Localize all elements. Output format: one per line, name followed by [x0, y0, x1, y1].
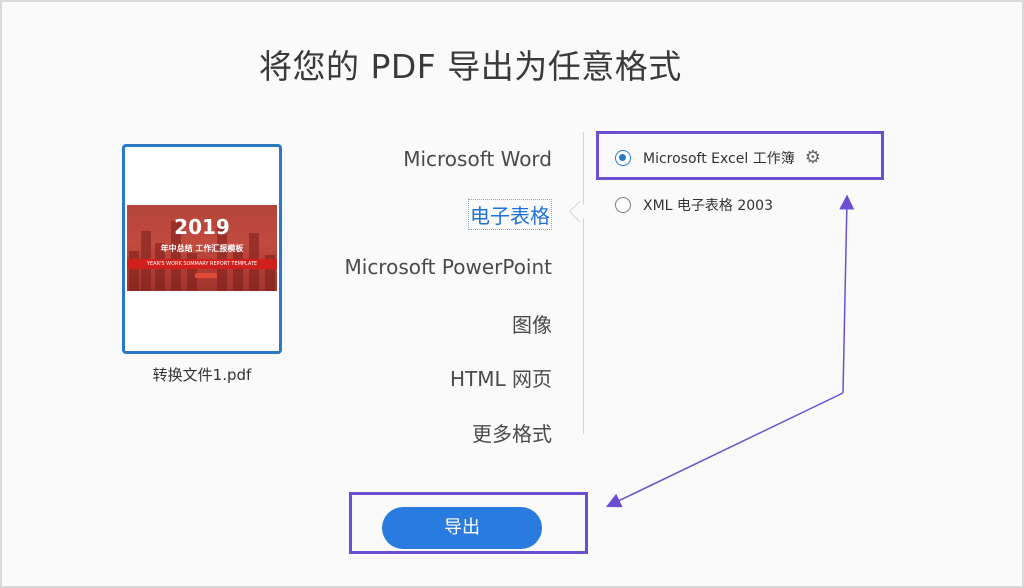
arrow-up-line: [839, 194, 855, 394]
annotation-arrows: [605, 194, 855, 508]
arrow-down-line: [605, 392, 844, 508]
